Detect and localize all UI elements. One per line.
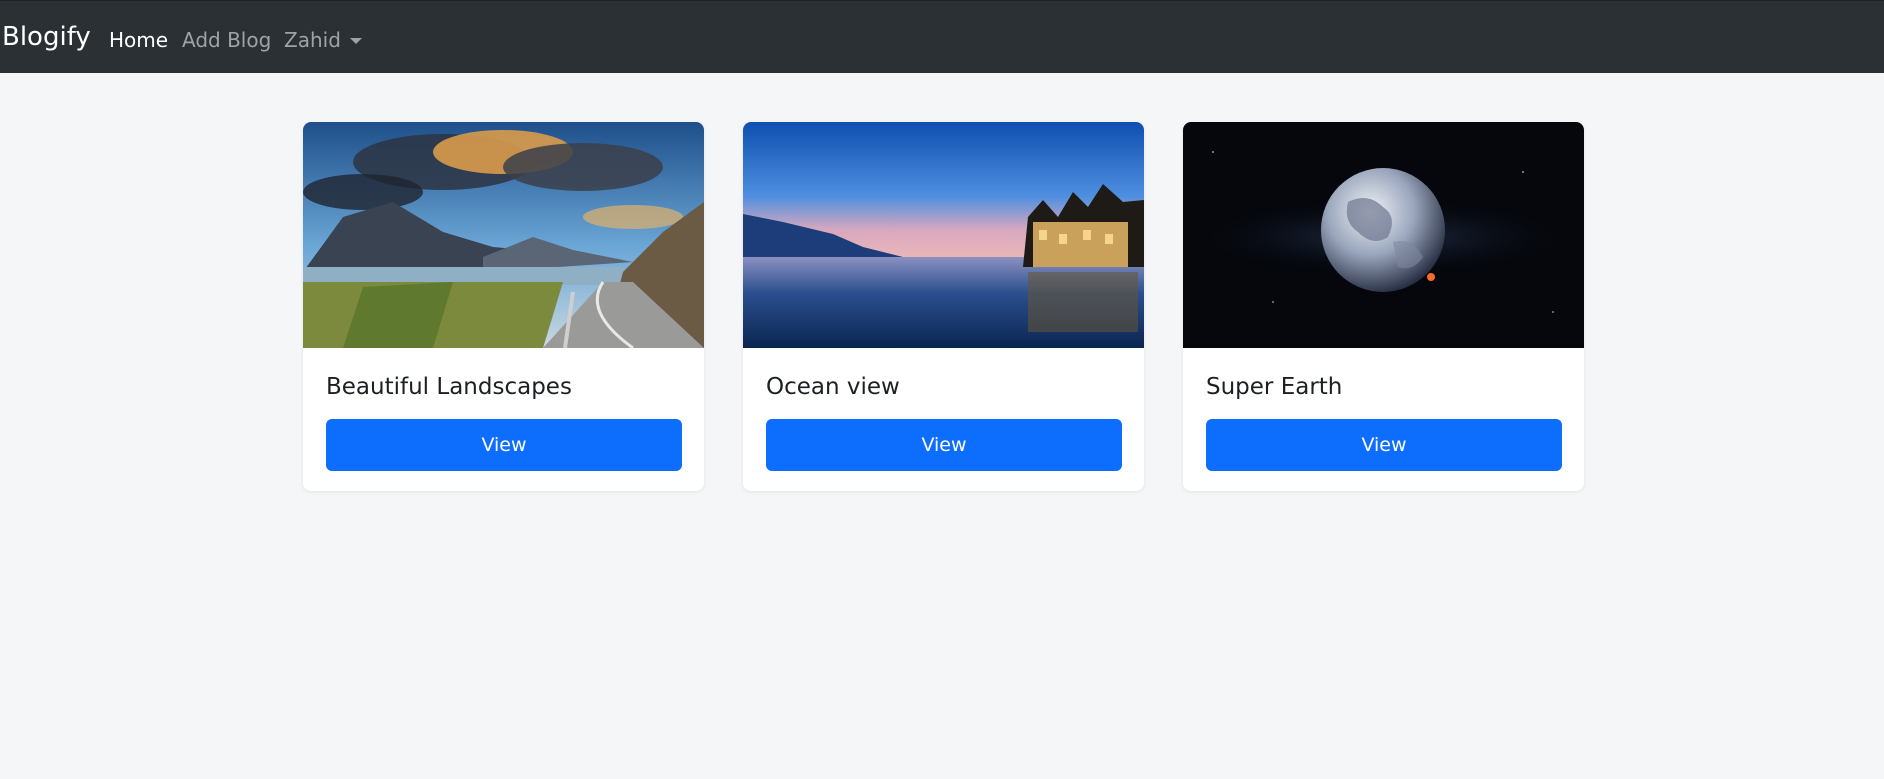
nav-link-home[interactable]: Home — [109, 27, 168, 53]
view-button[interactable]: View — [1206, 419, 1562, 471]
blog-card: Beautiful Landscapes View — [303, 122, 704, 491]
card-title: Beautiful Landscapes — [326, 374, 572, 400]
card-title: Super Earth — [1206, 374, 1343, 400]
card-image-landscape — [303, 122, 704, 348]
view-button[interactable]: View — [326, 419, 682, 471]
user-name: Zahid — [284, 28, 341, 52]
view-button[interactable]: View — [766, 419, 1122, 471]
navbar: Blogify Home Add Blog Zahid — [0, 0, 1884, 73]
card-image-ocean — [743, 122, 1144, 348]
blog-card: Ocean view View — [743, 122, 1144, 491]
blog-card: Super Earth View — [1183, 122, 1584, 491]
nav-link-add-blog[interactable]: Add Blog — [182, 27, 271, 53]
card-image-earth — [1183, 122, 1584, 348]
caret-down-icon — [349, 38, 362, 44]
brand-logo[interactable]: Blogify — [2, 21, 91, 53]
user-dropdown-toggle[interactable]: Zahid — [284, 27, 362, 53]
card-title: Ocean view — [766, 374, 900, 400]
